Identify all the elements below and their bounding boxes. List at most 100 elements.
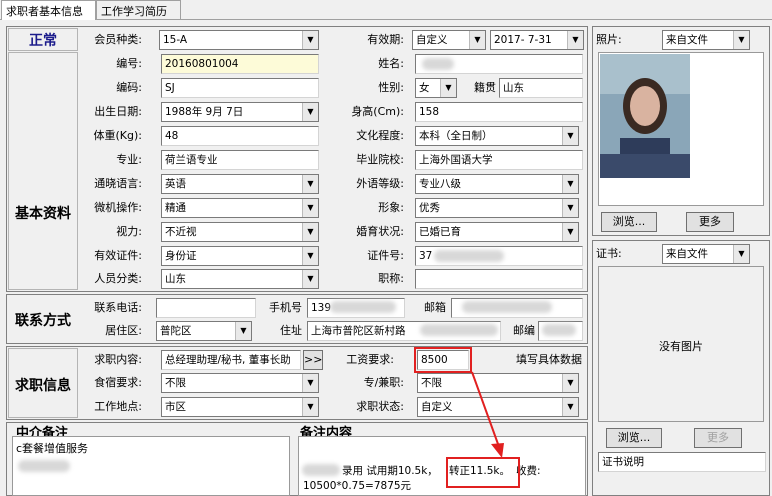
computer-skill-label: 微机操作: <box>94 201 142 214</box>
name-label: 姓名: <box>378 57 404 70</box>
cert-type-label: 有效证件: <box>94 249 142 262</box>
code-label: 编码: <box>116 81 142 94</box>
validity-label: 有效期: <box>367 33 404 46</box>
agent-notes-text: c套餐增值服务 <box>16 442 89 455</box>
redacted-cert-number <box>434 250 504 262</box>
chevron-down-icon: ▼ <box>302 398 318 416</box>
job-status-label: 求职状态: <box>356 400 404 413</box>
basic-section-cell <box>8 52 78 290</box>
redacted-zip <box>542 324 576 336</box>
id-input[interactable]: 20160801004 <box>161 54 319 74</box>
certificate-label: 证书: <box>596 247 622 260</box>
id-label: 编号: <box>116 57 142 70</box>
birth-date-picker[interactable]: 1988年 9月 7日 ▼ <box>161 102 319 122</box>
education-select[interactable]: 本科（全日制） ▼ <box>415 126 579 146</box>
marital-select[interactable]: 已婚已育 ▼ <box>415 222 579 242</box>
photo-more-button[interactable]: 更多 <box>686 212 734 232</box>
zip-label: 邮编 <box>513 324 535 337</box>
category-select[interactable]: 山东 ▼ <box>161 269 319 289</box>
language-label: 通晓语言: <box>94 177 142 190</box>
parttime-label: 专/兼职: <box>363 376 404 389</box>
phone-input[interactable] <box>156 298 256 318</box>
chevron-down-icon: ▼ <box>562 223 578 241</box>
certificate-no-image: 没有图片 <box>659 340 703 353</box>
job-content-more-button[interactable]: >> <box>303 350 323 370</box>
certificate-more-button[interactable]: 更多 <box>694 428 742 448</box>
district-select[interactable]: 普陀区 ▼ <box>156 321 252 341</box>
chevron-down-icon: ▼ <box>302 103 318 121</box>
appearance-select[interactable]: 优秀 ▼ <box>415 198 579 218</box>
vision-select[interactable]: 不近视 ▼ <box>161 222 319 242</box>
chevron-down-icon: ▼ <box>733 245 749 263</box>
chevron-down-icon: ▼ <box>302 374 318 392</box>
remark-line1a: 录用 试用期10.5k， <box>342 465 438 477</box>
language-select[interactable]: 英语 ▼ <box>161 174 319 194</box>
chevron-down-icon: ▼ <box>562 199 578 217</box>
meal-select[interactable]: 不限 ▼ <box>161 373 319 393</box>
vision-label: 视力: <box>116 225 142 238</box>
tab-basic-info[interactable]: 求职者基本信息 <box>1 0 96 20</box>
person-photo-icon <box>600 54 690 178</box>
job-content-input[interactable]: 总经理助理/秘书, 董事长助 <box>161 350 301 370</box>
height-input[interactable]: 158 <box>415 102 583 122</box>
validity-mode-select[interactable]: 自定义 ▼ <box>412 30 486 50</box>
chevron-down-icon: ▼ <box>562 175 578 193</box>
photo-source-select[interactable]: 来自文件 ▼ <box>662 30 750 50</box>
birth-label: 出生日期: <box>94 105 142 118</box>
cert-type-select[interactable]: 身份证 ▼ <box>161 246 319 266</box>
chevron-down-icon: ▼ <box>302 247 318 265</box>
redacted-agent-note <box>18 460 70 472</box>
cert-number-label: 证件号: <box>367 249 404 262</box>
weight-label: 体重(Kg): <box>93 129 143 142</box>
status-label: 正常 <box>29 33 57 49</box>
chevron-down-icon: ▼ <box>440 79 456 97</box>
basic-section-title: 基本资料 <box>15 206 71 222</box>
job-section-title: 求职信息 <box>15 378 71 394</box>
chevron-down-icon: ▼ <box>302 223 318 241</box>
computer-skill-select[interactable]: 精通 ▼ <box>161 198 319 218</box>
chevron-down-icon: ▼ <box>562 374 578 392</box>
job-content-label: 求职内容: <box>94 353 142 366</box>
title-input[interactable] <box>415 269 583 289</box>
chevron-down-icon: ▼ <box>302 199 318 217</box>
chevron-down-icon: ▼ <box>235 322 251 340</box>
member-type-select[interactable]: 15-A ▼ <box>159 30 319 50</box>
redacted-email <box>462 301 552 313</box>
member-type-label: 会员种类: <box>94 33 142 46</box>
major-label: 专业: <box>116 153 142 166</box>
address-label: 住址 <box>280 324 302 337</box>
certificate-source-select[interactable]: 来自文件 ▼ <box>662 244 750 264</box>
title-label: 职称: <box>378 272 404 285</box>
weight-input[interactable]: 48 <box>161 126 319 146</box>
code-input[interactable]: SJ <box>161 78 319 98</box>
work-place-select[interactable]: 市区 ▼ <box>161 397 319 417</box>
chevron-down-icon: ▼ <box>562 398 578 416</box>
chevron-down-icon: ▼ <box>469 31 485 49</box>
education-label: 文化程度: <box>356 129 404 142</box>
validity-date-picker[interactable]: 2017- 7-31 ▼ <box>490 30 584 50</box>
redacted-address <box>420 324 498 336</box>
redacted-mobile <box>330 301 396 313</box>
chevron-down-icon: ▼ <box>567 31 583 49</box>
gender-label: 性别: <box>378 81 404 94</box>
chevron-down-icon: ▼ <box>562 127 578 145</box>
language-level-label: 外语等级: <box>356 177 404 190</box>
salary-hint: 填写具体数据 <box>516 353 582 366</box>
salary-label: 工资要求: <box>346 353 394 366</box>
contact-section-title: 联系方式 <box>15 313 71 329</box>
gender-select[interactable]: 女 ▼ <box>415 78 457 98</box>
tab-resume[interactable]: 工作学习简历 <box>96 0 181 19</box>
school-input[interactable]: 上海外国语大学 <box>415 150 583 170</box>
height-label: 身高(Cm): <box>351 105 404 118</box>
certificate-description-input[interactable]: 证书说明 <box>598 452 766 472</box>
remark-line2: 10500*0.75=7875元 <box>303 480 412 492</box>
chevron-down-icon: ▼ <box>302 270 318 288</box>
language-level-select[interactable]: 专业八级 ▼ <box>415 174 579 194</box>
redacted-name <box>422 58 454 70</box>
photo-label: 照片: <box>596 33 622 46</box>
major-input[interactable]: 荷兰语专业 <box>161 150 319 170</box>
district-label: 居住区: <box>105 324 142 337</box>
origin-input[interactable]: 山东 <box>499 78 583 98</box>
photo-browse-button[interactable]: 浏览... <box>601 212 657 232</box>
certificate-browse-button[interactable]: 浏览... <box>606 428 662 448</box>
